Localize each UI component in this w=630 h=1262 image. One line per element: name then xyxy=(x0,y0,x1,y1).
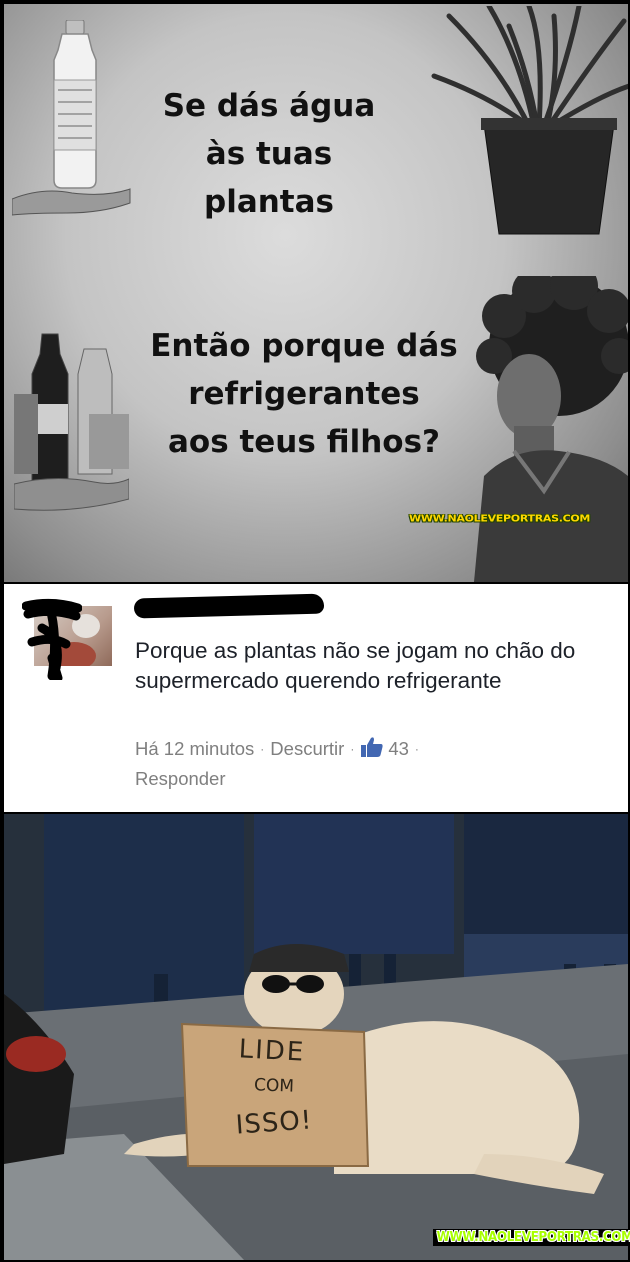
reply-link[interactable]: Responder xyxy=(135,768,226,789)
separator: · xyxy=(260,742,265,756)
meme-caption-top: Se dás água às tuas plantas xyxy=(154,82,384,226)
separator: · xyxy=(414,742,419,756)
comment-timestamp[interactable]: Há 12 minutos xyxy=(135,738,254,759)
meme-collage: Se dás água às tuas plantas Então porque… xyxy=(0,0,630,1262)
facebook-comment: Porque as plantas não se jogam no chão d… xyxy=(4,584,628,812)
dog-photo-scene xyxy=(4,814,628,1260)
redaction-scribble xyxy=(22,598,82,680)
potted-plant-illustration xyxy=(431,6,628,235)
meme-caption-line: Então porque dás xyxy=(150,328,458,364)
child-photo xyxy=(474,276,628,582)
meme-caption-line: aos teus filhos? xyxy=(167,424,441,461)
footer-watermark: WWW.NAOLEVEPORTRAS.COM xyxy=(433,1229,630,1246)
meme-caption-line: Se dás água xyxy=(162,88,376,124)
unlike-link[interactable]: Descurtir xyxy=(270,738,344,759)
meme-caption-line: às tuas plantas xyxy=(204,136,334,221)
water-bottle-illustration xyxy=(53,20,97,189)
comment-actions: Há 12 minutos · Descurtir · 43 · Responder xyxy=(135,734,605,794)
like-count: 43 xyxy=(388,738,409,759)
meme-caption-line: refrigerantes xyxy=(188,376,420,413)
comment-text: Porque as plantas não se jogam no chão d… xyxy=(135,638,576,693)
hand-illustration xyxy=(12,188,131,216)
sign-line: COM xyxy=(253,1075,295,1097)
meme-image-panel: Se dás água às tuas plantas Então porque… xyxy=(4,4,628,582)
soda-bottles-illustration xyxy=(14,333,129,511)
sign-line: LIDE xyxy=(237,1034,307,1068)
dog-photo: LIDE COM ISSO! xyxy=(4,814,628,1260)
redacted-name-bar xyxy=(133,593,325,619)
site-watermark: WWW.NAOLEVEPORTRAS.COM xyxy=(409,512,591,525)
separator: · xyxy=(350,742,355,756)
meme-caption-bottom: Então porque dás refrigerantes aos teus … xyxy=(114,322,494,466)
thumbs-up-icon[interactable] xyxy=(360,736,384,758)
